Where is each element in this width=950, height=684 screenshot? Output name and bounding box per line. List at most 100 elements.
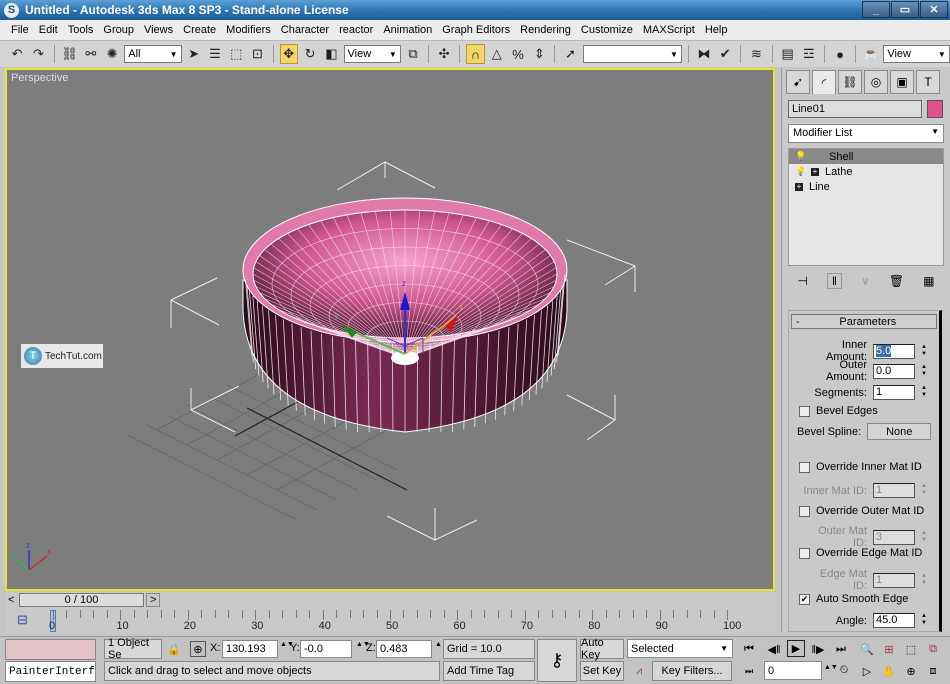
angle-spinner[interactable]: 45.0 <box>873 613 915 628</box>
close-button[interactable]: ✕ <box>920 1 948 18</box>
object-name-field[interactable]: Line01 <box>788 100 922 118</box>
spinner-arrows-icon[interactable]: ▲▼ <box>920 613 928 628</box>
snaps-toggle-icon[interactable]: ∩ <box>466 44 485 64</box>
lightbulb-icon[interactable]: 💡 <box>795 151 806 162</box>
spinner-arrows-icon[interactable]: ▲▼ <box>920 344 928 359</box>
set-key-icon[interactable]: ⚷ <box>537 639 577 682</box>
select-and-manipulate-icon[interactable]: ✣ <box>435 44 453 64</box>
set-key-button[interactable]: Set Key <box>580 661 624 681</box>
zoom-icon[interactable]: 🔍 <box>858 641 876 657</box>
maximize-viewport-icon[interactable]: ⧈ <box>924 663 942 679</box>
time-slider-prev-button[interactable]: < <box>8 594 14 606</box>
menu-reactor[interactable]: reactor <box>334 24 378 36</box>
parameters-rollout-header[interactable]: - Parameters <box>791 314 937 329</box>
utilities-tab-icon[interactable]: T <box>916 70 940 94</box>
zoom-all-icon[interactable]: ⊞ <box>880 641 898 657</box>
menu-help[interactable]: Help <box>700 24 733 36</box>
selection-filter-dropdown[interactable]: All ▼ <box>124 45 182 63</box>
align-icon[interactable]: ✔ <box>716 44 734 64</box>
key-filters-button[interactable]: Key Filters... <box>652 661 732 681</box>
outer-mat-spinner[interactable]: 3 <box>873 529 915 545</box>
minimize-button[interactable]: _ <box>862 1 890 18</box>
open-mini-curve-editor-icon[interactable]: ⊟ <box>17 612 28 628</box>
select-by-name-icon[interactable]: ☰ <box>206 44 224 64</box>
make-unique-icon[interactable]: ∨ <box>861 274 870 288</box>
field-of-view-icon[interactable]: ▷ <box>858 663 876 679</box>
auto-smooth-checkbox[interactable]: ✔ <box>799 593 810 605</box>
spinner-arrows-icon[interactable]: ▲▼ <box>920 530 928 545</box>
mirror-icon[interactable]: ⧓ <box>695 44 713 64</box>
bevel-edges-checkbox[interactable] <box>799 405 810 417</box>
reference-coordinate-dropdown[interactable]: View ▼ <box>343 45 401 63</box>
menu-create[interactable]: Create <box>178 24 221 36</box>
menu-tools[interactable]: Tools <box>63 24 99 36</box>
percent-snap-icon[interactable]: % <box>509 44 527 64</box>
spinner-arrows-icon[interactable]: ▲▼ <box>920 364 928 379</box>
y-coordinate-field[interactable]: -0.0 <box>300 640 352 658</box>
undo-icon[interactable]: ↶ <box>8 44 26 64</box>
edit-named-selection-icon[interactable]: ➚ <box>561 44 579 64</box>
3ds-max-icon[interactable]: S <box>4 2 19 18</box>
track-bar[interactable]: ⊟ 0 10 20 30 40 50 60 70 80 90 100 <box>5 608 775 634</box>
select-and-scale-icon[interactable]: ◧ <box>322 44 340 64</box>
spinner-snap-icon[interactable]: ⇕ <box>530 44 548 64</box>
bevel-spline-button[interactable]: None <box>867 423 932 440</box>
override-edge-checkbox[interactable] <box>799 547 810 559</box>
selection-lock-icon[interactable]: 🔒 <box>167 641 181 657</box>
key-mode-dropdown[interactable]: Selected ▼ <box>627 639 733 658</box>
previous-frame-icon[interactable]: ◀‖ <box>765 641 783 657</box>
menu-edit[interactable]: Edit <box>34 24 63 36</box>
x-coordinate-field[interactable]: 130.193 <box>222 640 278 658</box>
z-coordinate-field[interactable]: 0.483 <box>376 640 432 658</box>
menu-animation[interactable]: Animation <box>378 24 437 36</box>
layer-manager-icon[interactable]: ≋ <box>747 44 765 64</box>
menu-file[interactable]: File <box>6 24 34 36</box>
menu-rendering[interactable]: Rendering <box>515 24 576 36</box>
menu-maxscript[interactable]: MAXScript <box>638 24 700 36</box>
rectangular-selection-icon[interactable]: ⬚ <box>227 44 245 64</box>
menu-customize[interactable]: Customize <box>576 24 638 36</box>
time-slider-next-button[interactable]: > <box>146 593 161 607</box>
unlink-selection-icon[interactable]: ⚯ <box>82 44 100 64</box>
maxscript-mini-listener[interactable]: PainterInterf <box>5 661 96 682</box>
configure-modifier-sets-icon[interactable]: ▦ <box>923 274 934 288</box>
expand-plus-icon[interactable]: + <box>811 167 819 176</box>
expand-plus-icon[interactable]: + <box>795 182 803 191</box>
outer-amount-spinner[interactable]: 0.0 <box>873 363 915 379</box>
menu-modifiers[interactable]: Modifiers <box>221 24 276 36</box>
menu-group[interactable]: Group <box>98 24 139 36</box>
create-tab-icon[interactable]: ➹ <box>786 70 810 94</box>
override-inner-checkbox[interactable] <box>799 461 810 473</box>
time-configuration-icon[interactable]: ⏲ <box>836 662 852 678</box>
render-type-dropdown[interactable]: View ▼ <box>883 45 950 63</box>
go-to-end-icon[interactable]: ⏭ <box>832 641 850 657</box>
render-scene-icon[interactable]: ☕ <box>862 44 880 64</box>
object-color-swatch[interactable] <box>927 100 943 118</box>
segments-spinner[interactable]: 1 <box>873 385 915 400</box>
display-tab-icon[interactable]: ▣ <box>890 70 914 94</box>
current-frame-field[interactable]: 0 <box>764 661 822 680</box>
zoom-extents-icon[interactable]: ⬚ <box>902 641 920 657</box>
bind-to-space-warp-icon[interactable]: ✺ <box>103 44 121 64</box>
edge-mat-spinner[interactable]: 1 <box>873 572 915 588</box>
lightbulb-icon[interactable]: 💡 <box>795 166 806 177</box>
schematic-view-icon[interactable]: ☲ <box>800 44 818 64</box>
menu-character[interactable]: Character <box>276 24 334 36</box>
stack-item-lathe[interactable]: 💡 + Lathe <box>789 164 943 179</box>
auto-key-button[interactable]: Auto Key <box>580 637 624 661</box>
remove-modifier-icon[interactable]: 🗑 <box>889 274 904 288</box>
pin-stack-icon[interactable]: ⊣ <box>798 274 808 288</box>
modify-tab-icon[interactable]: ◜ <box>812 70 836 94</box>
perspective-viewport[interactable]: Perspective z y x z y x T TechTut.com <box>5 68 775 591</box>
menu-graph-editors[interactable]: Graph Editors <box>437 24 515 36</box>
add-time-tag-button[interactable]: Add Time Tag <box>443 661 535 681</box>
window-crossing-icon[interactable]: ⊡ <box>248 44 266 64</box>
inner-mat-spinner[interactable]: 1 <box>873 483 915 498</box>
spinner-arrows-icon[interactable]: ▲▼ <box>920 385 928 400</box>
play-animation-icon[interactable]: ▶ <box>787 640 805 657</box>
restore-button[interactable]: ▭ <box>891 1 919 18</box>
curve-editor-icon[interactable]: ▤ <box>778 44 796 64</box>
redo-icon[interactable]: ↷ <box>29 44 47 64</box>
stack-item-shell[interactable]: 💡 Shell <box>789 149 943 164</box>
pivot-center-icon[interactable]: ⧉ <box>404 44 422 64</box>
